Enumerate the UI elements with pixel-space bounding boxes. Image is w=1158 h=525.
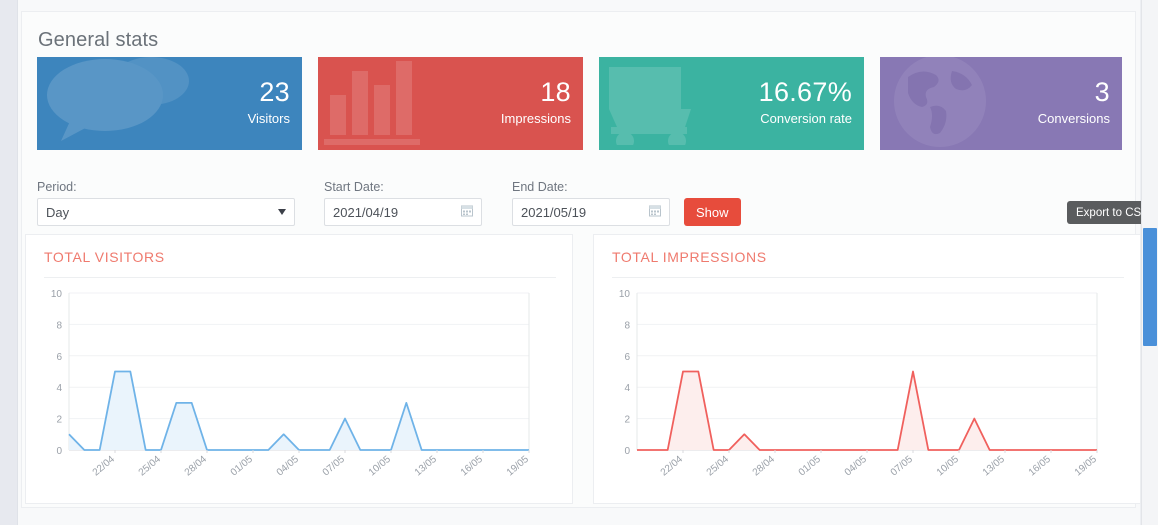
period-value: Day <box>46 204 70 220</box>
show-button[interactable]: Show <box>684 198 741 226</box>
vertical-scrollbar-thumb[interactable] <box>1143 228 1157 346</box>
stat-label: Impressions <box>500 111 571 126</box>
chart-title: TOTAL IMPRESSIONS <box>612 249 767 265</box>
general-stats-panel: General stats 23 Visitors 18 Impressions… <box>21 11 1158 508</box>
period-select[interactable]: Day <box>37 198 295 226</box>
stat-value: 23 <box>259 77 290 107</box>
svg-text:22/04: 22/04 <box>91 454 118 479</box>
stat-label: Visitors <box>247 111 290 126</box>
svg-text:16/05: 16/05 <box>1027 454 1054 479</box>
svg-text:4: 4 <box>56 383 62 394</box>
period-label: Period: <box>37 180 77 194</box>
svg-text:07/05: 07/05 <box>321 454 348 479</box>
stat-value: 18 <box>540 77 571 107</box>
svg-text:6: 6 <box>56 352 62 363</box>
svg-text:8: 8 <box>56 320 62 331</box>
svg-text:07/05: 07/05 <box>889 454 916 479</box>
svg-text:19/05: 19/05 <box>505 454 532 479</box>
svg-text:19/05: 19/05 <box>1073 454 1100 479</box>
main-content-area: General stats 23 Visitors 18 Impressions… <box>18 0 1158 525</box>
total-visitors-chart-panel: TOTAL VISITORS 0 2 4 6 8 10 22/04 25/04 28/04 01/… <box>25 234 573 504</box>
svg-text:01/05: 01/05 <box>797 454 824 479</box>
svg-text:6: 6 <box>624 352 630 363</box>
page-title: General stats <box>38 29 159 51</box>
title-divider <box>44 277 556 278</box>
svg-text:01/05: 01/05 <box>229 454 256 479</box>
start-date-label: Start Date: <box>324 180 384 194</box>
start-date-value: 2021/04/19 <box>333 204 399 220</box>
svg-text:0: 0 <box>624 446 630 457</box>
svg-text:2: 2 <box>56 415 62 426</box>
svg-text:28/04: 28/04 <box>183 454 210 479</box>
globe-icon <box>890 57 990 150</box>
svg-text:22/04: 22/04 <box>659 454 686 479</box>
calendar-icon[interactable] <box>649 205 661 220</box>
svg-text:8: 8 <box>624 320 630 331</box>
stat-cards-row: 23 Visitors 18 Impressions 16.67% Conver… <box>37 57 1122 150</box>
end-date-input[interactable]: 2021/05/19 <box>512 198 670 226</box>
svg-text:13/05: 13/05 <box>981 454 1008 479</box>
svg-text:10: 10 <box>619 289 631 300</box>
chevron-down-icon <box>278 209 286 215</box>
svg-text:25/04: 25/04 <box>137 454 164 479</box>
stat-value: 3 <box>1094 77 1110 107</box>
svg-text:4: 4 <box>624 383 630 394</box>
stat-label: Conversions <box>1037 111 1110 126</box>
end-date-value: 2021/05/19 <box>521 204 587 220</box>
start-date-input[interactable]: 2021/04/19 <box>324 198 482 226</box>
calendar-icon[interactable] <box>461 205 473 220</box>
vertical-scrollbar-track[interactable] <box>1141 0 1158 525</box>
stat-value: 16.67% <box>758 77 852 107</box>
stat-card-impressions[interactable]: 18 Impressions <box>318 57 583 150</box>
shopping-cart-icon <box>605 57 735 150</box>
svg-text:10/05: 10/05 <box>367 454 394 479</box>
svg-text:2: 2 <box>624 415 630 426</box>
stat-card-conversions[interactable]: 3 Conversions <box>880 57 1122 150</box>
stat-label: Conversion rate <box>760 111 852 126</box>
chart-title: TOTAL VISITORS <box>44 249 165 265</box>
svg-text:16/05: 16/05 <box>459 454 486 479</box>
svg-text:04/05: 04/05 <box>843 454 870 479</box>
chart-plot-area[interactable]: 0 2 4 6 8 10 22/04 25/04 28/04 01/05 04/05 07/05 10/… <box>26 283 572 501</box>
stats-dashboard-page: General stats 23 Visitors 18 Impressions… <box>0 0 1158 525</box>
chart-plot-area[interactable]: 0 2 4 6 8 10 22/04 25/04 28/04 01/05 04/05 07/05 10/… <box>594 283 1140 501</box>
filters-row: Period: Day Start Date: 2021/04/19 End D… <box>22 162 1158 226</box>
stat-card-visitors[interactable]: 23 Visitors <box>37 57 302 150</box>
svg-text:04/05: 04/05 <box>275 454 302 479</box>
svg-text:28/04: 28/04 <box>751 454 778 479</box>
sidebar-rail <box>0 0 18 525</box>
total-impressions-chart-panel: TOTAL IMPRESSIONS 0 2 4 6 8 10 22/04 25/04 28/04… <box>593 234 1141 504</box>
svg-text:10/05: 10/05 <box>935 454 962 479</box>
svg-text:10: 10 <box>51 289 63 300</box>
svg-text:0: 0 <box>56 446 62 457</box>
chat-bubbles-icon <box>43 57 193 150</box>
stat-card-conversion-rate[interactable]: 16.67% Conversion rate <box>599 57 864 150</box>
end-date-label: End Date: <box>512 180 568 194</box>
svg-text:13/05: 13/05 <box>413 454 440 479</box>
svg-text:25/04: 25/04 <box>705 454 732 479</box>
bar-chart-icon <box>324 57 444 150</box>
title-divider <box>612 277 1124 278</box>
